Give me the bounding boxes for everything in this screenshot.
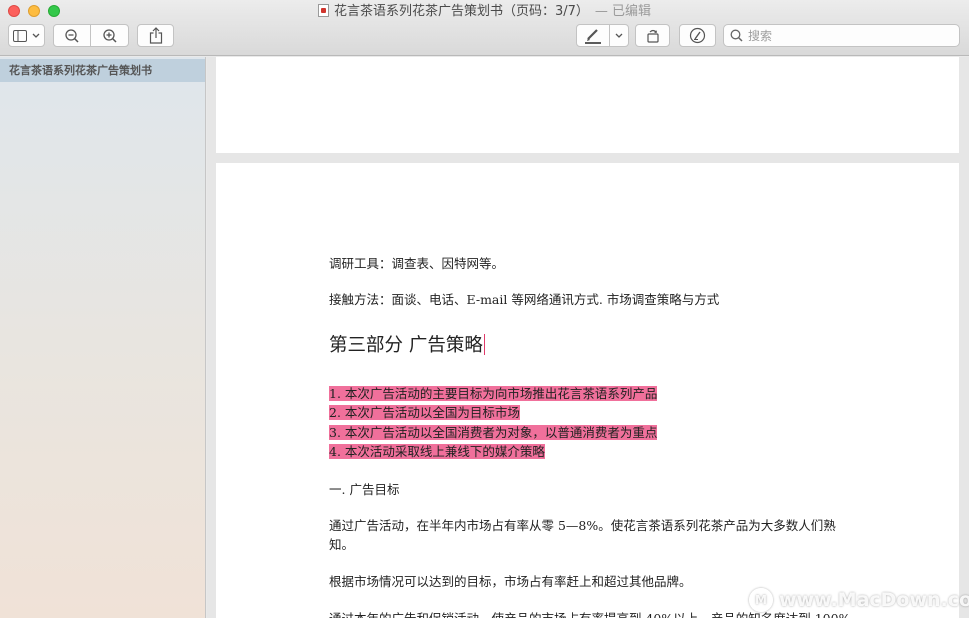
paragraph: 接触方法：面谈、电话、E-mail 等网络通讯方式. 市场调查策略与方式 (329, 292, 720, 307)
paragraph: 根据市场情况可以达到的目标，市场占有率赶上和超过其他品牌。 (329, 574, 692, 589)
sidebar-toggle-button[interactable] (8, 24, 45, 47)
annotate-icon (689, 27, 706, 44)
rotate-icon (646, 29, 659, 43)
window-titlebar: 花言茶语系列花茶广告策划书（页码：3/7） — 已编辑 (0, 0, 969, 56)
rotate-button[interactable] (635, 24, 670, 47)
markup-pen-icon (585, 28, 601, 44)
text-caret (483, 334, 486, 355)
highlighted-text[interactable]: 1. 本次广告活动的主要目标为向市场推出花言茶语系列产品 (329, 386, 658, 401)
highlighted-text[interactable]: 2. 本次广告活动以全国为目标市场 (329, 405, 520, 420)
list-item: 3. 本次广告活动以全国消费者为对象，以普通消费者为重点 (329, 423, 658, 442)
annotate-button[interactable] (679, 24, 716, 47)
sidebar-toggle-icon (13, 29, 27, 42)
pdf-file-icon (317, 4, 329, 17)
current-page: 调研工具：调查表、因特网等。 接触方法：面谈、电话、E-mail 等网络通讯方式… (216, 163, 959, 618)
document-view[interactable]: 调研工具：调查表、因特网等。 接触方法：面谈、电话、E-mail 等网络通讯方式… (207, 57, 969, 618)
share-icon (149, 27, 162, 44)
section-heading-text: 第三部分 广告策略 (329, 335, 483, 356)
markup-pen-button[interactable] (576, 24, 610, 47)
share-button[interactable] (137, 24, 174, 47)
watermark-logo: M (749, 588, 773, 612)
list-item: 4. 本次活动采取线上兼线下的媒介策略 (329, 442, 545, 461)
chevron-down-icon (615, 33, 623, 38)
search-field[interactable] (723, 24, 960, 47)
markup-menu-button[interactable] (609, 24, 629, 47)
subheading: 一. 广告目标 (329, 482, 400, 497)
zoom-in-button[interactable] (90, 24, 129, 47)
watermark-text: www.MacDown.com (779, 589, 969, 611)
search-input[interactable] (748, 28, 948, 43)
list-item: 1. 本次广告活动的主要目标为向市场推出花言茶语系列产品 (329, 384, 658, 403)
sidebar: 花言茶语系列花茶广告策划书 (0, 57, 206, 618)
section-heading: 第三部分 广告策略 (329, 333, 486, 359)
zoom-out-button[interactable] (53, 24, 91, 47)
window-title-text: 花言茶语系列花茶广告策划书（页码：3/7） (333, 4, 589, 19)
search-icon (730, 29, 743, 42)
previous-page (216, 57, 959, 153)
sidebar-item-label: 花言茶语系列花茶广告策划书 (9, 64, 152, 77)
paragraph: 通过广告活动，在半年内市场占有率从零 5—8%。使花言茶语系列花茶产品为大多数人… (329, 518, 836, 552)
sidebar-item-document[interactable]: 花言茶语系列花茶广告策划书 (0, 59, 205, 82)
highlighted-text[interactable]: 3. 本次广告活动以全国消费者为对象，以普通消费者为重点 (329, 425, 658, 440)
list-item: 2. 本次广告活动以全国为目标市场 (329, 403, 520, 422)
highlighted-text[interactable]: 4. 本次活动采取线上兼线下的媒介策略 (329, 444, 545, 459)
edited-status: — 已编辑 (594, 4, 652, 19)
zoom-in-icon (102, 28, 117, 43)
chevron-down-icon (32, 33, 40, 38)
window-title: 花言茶语系列花茶广告策划书（页码：3/7） — 已编辑 (0, 3, 969, 20)
watermark: M www.MacDown.com (749, 587, 969, 613)
zoom-out-icon (65, 28, 79, 43)
paragraph: 调研工具：调查表、因特网等。 (329, 256, 505, 271)
